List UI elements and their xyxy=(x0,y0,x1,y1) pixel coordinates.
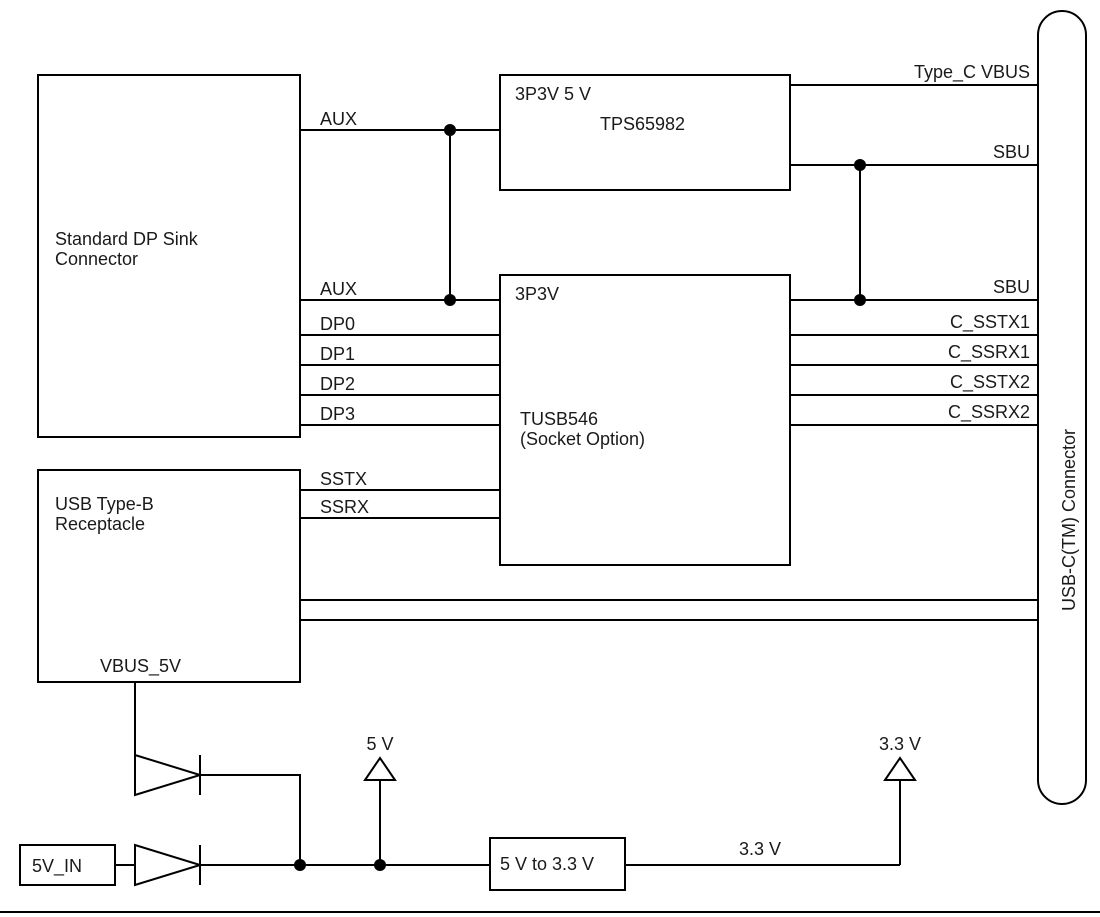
dp3-label: DP3 xyxy=(320,404,355,424)
dp-sink-label-1: Standard DP Sink xyxy=(55,229,199,249)
aux-bot-label: AUX xyxy=(320,279,357,299)
junction-dot xyxy=(294,859,306,871)
v33-wire-label: 3.3 V xyxy=(739,839,781,859)
diode-icon xyxy=(135,845,200,885)
diode-icon xyxy=(135,755,200,795)
aux-top-label: AUX xyxy=(320,109,357,129)
net-5v: 5 V xyxy=(365,734,395,871)
vbus5-label: VBUS_5V xyxy=(100,656,181,677)
tusb-name1-label: TUSB546 xyxy=(520,409,598,429)
tusb-name2-label: (Socket Option) xyxy=(520,429,645,449)
typec-vbus-label: Type_C VBUS xyxy=(914,62,1030,83)
usb-b-label-1: USB Type-B xyxy=(55,494,154,514)
junction-dot xyxy=(444,124,456,136)
tusb-v-label: 3P3V xyxy=(515,284,559,304)
sbu-top-label: SBU xyxy=(993,142,1030,162)
ldo-label: 5 V to 3.3 V xyxy=(500,854,594,874)
junction-dot xyxy=(854,294,866,306)
csstx2-label: C_SSTX2 xyxy=(950,372,1030,393)
dp0-label: DP0 xyxy=(320,314,355,334)
usbc-connector-label: USB-C(TM) Connector xyxy=(1059,429,1079,611)
csstx1-label: C_SSTX1 xyxy=(950,312,1030,333)
sstx-label: SSTX xyxy=(320,469,367,489)
block-diagram: USB-C(TM) Connector Standard DP Sink Con… xyxy=(0,0,1100,917)
dp2-label: DP2 xyxy=(320,374,355,394)
dp-sink-label-2: Connector xyxy=(55,249,138,269)
junction-dot xyxy=(854,159,866,171)
v5-label: 5 V xyxy=(366,734,393,754)
usb-b-label-2: Receptacle xyxy=(55,514,145,534)
ssrx-label: SSRX xyxy=(320,497,369,517)
cssrx2-label: C_SSRX2 xyxy=(948,402,1030,423)
dp1-label: DP1 xyxy=(320,344,355,364)
junction-dot xyxy=(374,859,386,871)
tps-name-label: TPS65982 xyxy=(600,114,685,134)
v33-label: 3.3 V xyxy=(879,734,921,754)
net-3v3: 3.3 V xyxy=(879,734,921,865)
junction-dot xyxy=(444,294,456,306)
cssrx1-label: C_SSRX1 xyxy=(948,342,1030,363)
sbu-bot-label: SBU xyxy=(993,277,1030,297)
usbc-connector-block xyxy=(1038,11,1086,804)
in5v-label: 5V_IN xyxy=(32,856,82,877)
tps-v-label: 3P3V 5 V xyxy=(515,84,591,104)
